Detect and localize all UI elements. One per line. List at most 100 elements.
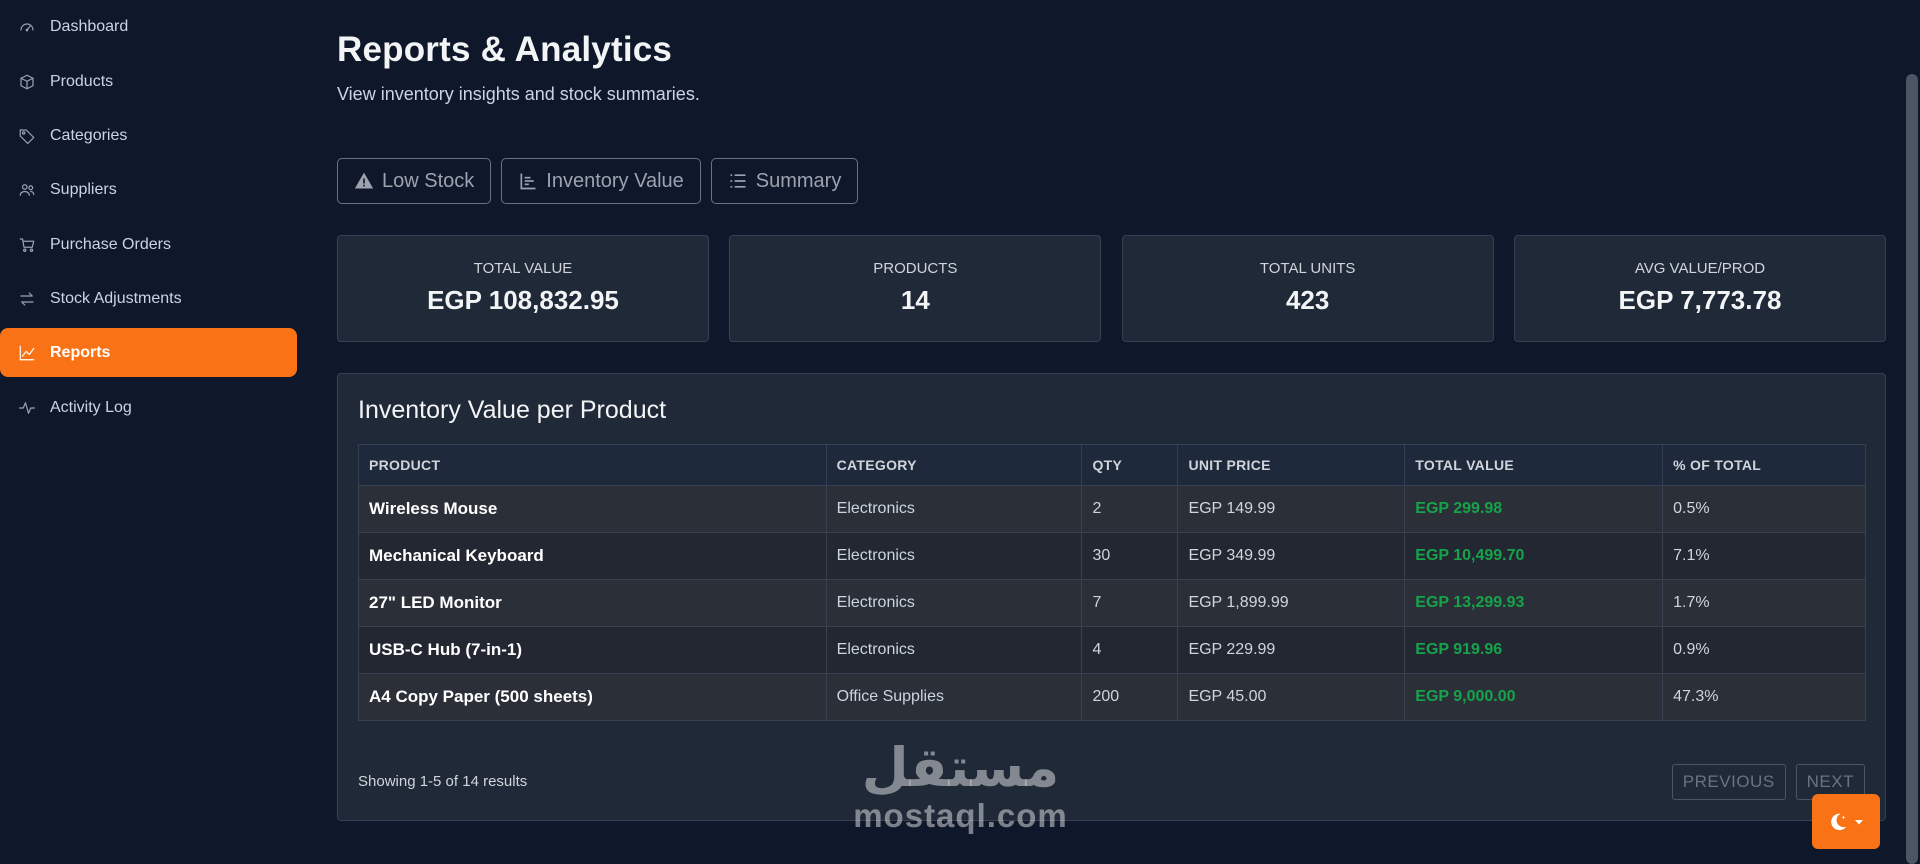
stat-value: 423 [1285, 285, 1330, 315]
cell-qty: 2 [1081, 485, 1179, 533]
box-icon [20, 74, 34, 89]
cell-total-value: EGP 299.98 [1404, 485, 1664, 533]
arrows-icon [20, 291, 34, 306]
cell-percent: 0.5% [1662, 485, 1866, 533]
cell-qty: 30 [1081, 532, 1179, 580]
tab-label: Low Stock [382, 169, 475, 192]
sidebar-item-reports[interactable]: Reports [0, 328, 297, 377]
cell-unit-price: EGP 149.99 [1177, 485, 1406, 533]
table-header-row: PRODUCT CATEGORY QTY UNIT PRICE TOTAL VA… [358, 444, 1866, 486]
activity-icon [18, 401, 36, 414]
cell-total-value: EGP 919.96 [1404, 626, 1664, 674]
sidebar-item-stock-adjustments[interactable]: Stock Adjustments [0, 274, 297, 323]
cell-category: Electronics [825, 579, 1083, 627]
stat-card-products: PRODUCTS 14 [729, 235, 1102, 342]
cell-percent: 0.9% [1662, 626, 1866, 674]
cell-category: Office Supplies [825, 673, 1083, 721]
sidebar-item-categories[interactable]: Categories [0, 111, 297, 160]
panel-title: Inventory Value per Product [358, 396, 667, 424]
cell-product: Mechanical Keyboard [358, 532, 827, 580]
tab-low-stock[interactable]: Low Stock [337, 158, 492, 204]
sidebar-item-label: Activity Log [50, 398, 132, 416]
stats-row: TOTAL VALUE EGP 108,832.95 PRODUCTS 14 T… [337, 235, 1886, 342]
table-row: 27" LED Monitor Electronics 7 EGP 1,899.… [358, 579, 1866, 627]
tab-label: Inventory Value [546, 169, 684, 192]
stat-label: AVG VALUE/PROD [1634, 260, 1766, 277]
cell-unit-price: EGP 229.99 [1177, 626, 1406, 674]
inventory-value-table: PRODUCT CATEGORY QTY UNIT PRICE TOTAL VA… [358, 444, 1866, 721]
table-row: Wireless Mouse Electronics 2 EGP 149.99 … [358, 485, 1866, 533]
cell-percent: 1.7% [1662, 579, 1866, 627]
cell-unit-price: EGP 1,899.99 [1177, 579, 1406, 627]
column-header-unit-price: UNIT PRICE [1177, 444, 1406, 486]
scrollbar-thumb[interactable] [1906, 74, 1918, 864]
stat-card-avg-value: AVG VALUE/PROD EGP 7,773.78 [1513, 235, 1886, 342]
stat-value: EGP 108,832.95 [427, 285, 619, 315]
cell-product: USB-C Hub (7-in-1) [358, 626, 827, 674]
stat-label: PRODUCTS [873, 260, 958, 277]
column-header-product: PRODUCT [358, 444, 827, 486]
stat-value: EGP 7,773.78 [1618, 285, 1782, 315]
report-tabs: Low Stock Inventory Value Summary [337, 158, 859, 204]
sidebar-item-products[interactable]: Products [0, 57, 297, 106]
sidebar-item-activity-log[interactable]: Activity Log [0, 383, 297, 432]
page-title: Reports & Analytics [337, 30, 673, 69]
cell-total-value: EGP 13,299.93 [1404, 579, 1664, 627]
column-header-qty: QTY [1081, 444, 1179, 486]
moon-icon [1831, 813, 1847, 830]
cell-percent: 47.3% [1662, 673, 1866, 721]
theme-toggle-button[interactable] [1812, 794, 1880, 849]
stat-card-total-value: TOTAL VALUE EGP 108,832.95 [337, 235, 709, 342]
sidebar-item-label: Categories [50, 126, 128, 144]
sidebar-item-label: Purchase Orders [50, 235, 171, 253]
stat-card-total-units: TOTAL UNITS 423 [1121, 235, 1494, 342]
sidebar-item-suppliers[interactable]: Suppliers [0, 165, 297, 214]
column-header-percent: % OF TOTAL [1662, 444, 1866, 486]
sidebar-item-label: Stock Adjustments [50, 289, 182, 307]
cell-qty: 4 [1081, 626, 1179, 674]
cell-qty: 200 [1081, 673, 1179, 721]
cell-unit-price: EGP 45.00 [1177, 673, 1406, 721]
chart-line-icon [19, 345, 35, 360]
tag-icon [19, 128, 35, 144]
sidebar: Dashboard Products Categories Suppliers … [0, 0, 300, 854]
users-icon [19, 183, 35, 196]
warning-icon [354, 172, 374, 189]
sidebar-item-purchase-orders[interactable]: Purchase Orders [0, 220, 297, 269]
sidebar-item-dashboard[interactable]: Dashboard [0, 2, 297, 51]
tab-label: Summary [755, 169, 842, 192]
watermark-logo: مستقل mostaql.com [848, 738, 1073, 834]
cell-product: A4 Copy Paper (500 sheets) [358, 673, 827, 721]
table-row: A4 Copy Paper (500 sheets) Office Suppli… [358, 673, 1866, 721]
cell-category: Electronics [825, 532, 1083, 580]
page-subtitle: View inventory insights and stock summar… [337, 84, 700, 104]
cell-total-value: EGP 10,499.70 [1404, 532, 1664, 580]
cell-percent: 7.1% [1662, 532, 1866, 580]
tab-inventory-value[interactable]: Inventory Value [501, 158, 701, 204]
stat-value: 14 [900, 285, 930, 315]
inventory-value-panel: Inventory Value per Product PRODUCT CATE… [337, 373, 1886, 821]
cell-product: Wireless Mouse [358, 485, 827, 533]
sidebar-item-label: Dashboard [50, 17, 129, 35]
pagination-summary: Showing 1-5 of 14 results [358, 773, 528, 790]
cell-category: Electronics [825, 626, 1083, 674]
cell-unit-price: EGP 349.99 [1177, 532, 1406, 580]
tab-summary[interactable]: Summary [710, 158, 859, 204]
stat-label: TOTAL UNITS [1259, 260, 1356, 277]
previous-button[interactable]: PREVIOUS [1671, 764, 1786, 800]
cell-total-value: EGP 9,000.00 [1404, 673, 1664, 721]
list-icon [730, 174, 746, 188]
caret-down-icon [1855, 819, 1863, 824]
cart-icon [19, 237, 35, 252]
column-header-total-value: TOTAL VALUE [1404, 444, 1664, 486]
gauge-icon [20, 22, 34, 31]
sidebar-item-label: Products [50, 72, 114, 90]
column-header-category: CATEGORY [825, 444, 1083, 486]
table-row: USB-C Hub (7-in-1) Electronics 4 EGP 229… [358, 626, 1866, 674]
scrollbar[interactable] [1904, 0, 1920, 864]
cell-product: 27" LED Monitor [358, 579, 827, 627]
sidebar-item-label: Reports [50, 343, 111, 361]
watermark-latin: mostaql.com [853, 797, 1068, 834]
sidebar-item-label: Suppliers [50, 180, 117, 198]
bar-chart-icon [520, 173, 536, 190]
